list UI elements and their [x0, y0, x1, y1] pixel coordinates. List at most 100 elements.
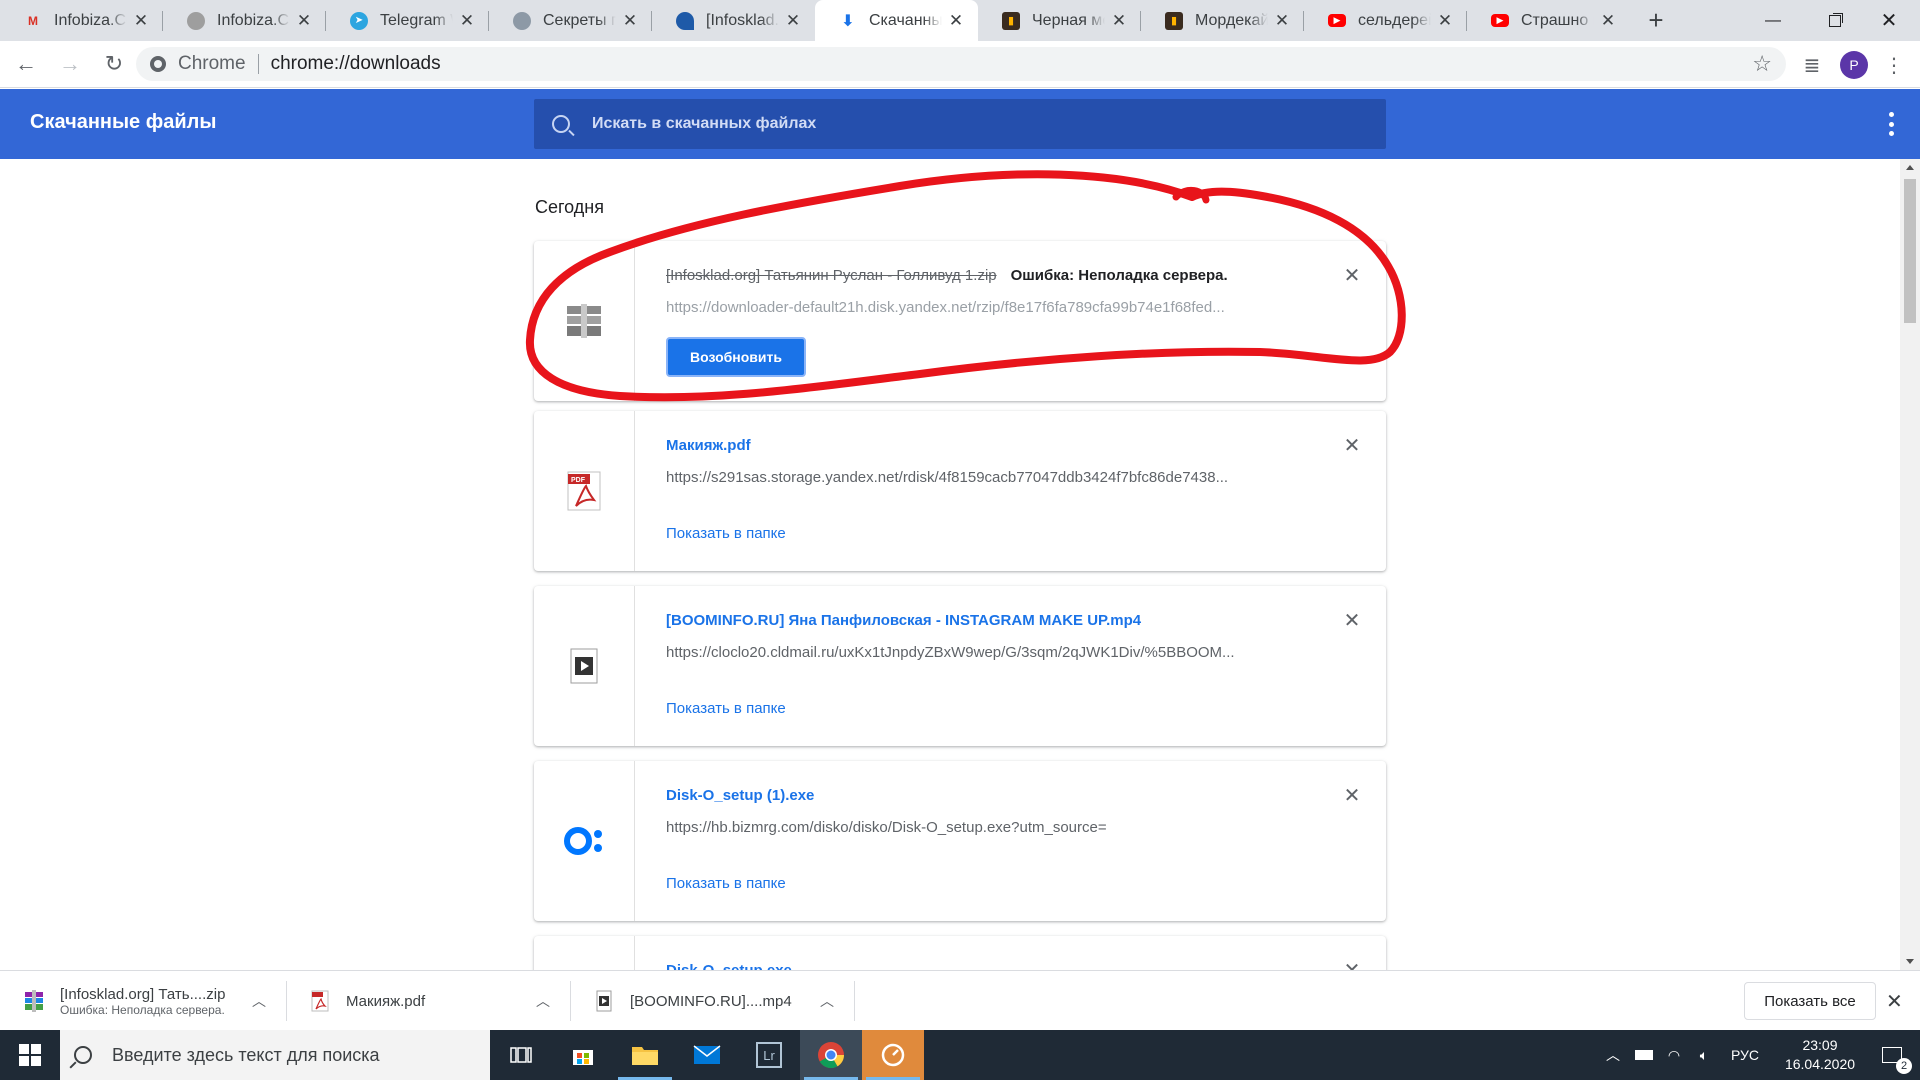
- new-tab-button[interactable]: +: [1636, 0, 1676, 41]
- downloads-search-input[interactable]: Искать в скачанных файлах: [534, 99, 1386, 149]
- chrome-app-button[interactable]: [800, 1030, 862, 1080]
- minimize-icon: —: [1765, 11, 1781, 29]
- file-url[interactable]: https://cloclo20.cldmail.ru/uxKx1tJnpdyZ…: [666, 644, 1286, 661]
- lightroom-app-button[interactable]: Lr: [738, 1030, 800, 1080]
- task-view-button[interactable]: [490, 1030, 552, 1080]
- browser-tab[interactable]: ▮ Мордекай ✕: [1141, 0, 1304, 41]
- network-indicator[interactable]: ◠: [1660, 1030, 1688, 1080]
- media-control-button[interactable]: ≣: [1794, 47, 1830, 83]
- resume-button[interactable]: Возобновить: [666, 337, 806, 377]
- tab-close-icon[interactable]: ✕: [1109, 11, 1129, 31]
- bookmark-star-icon[interactable]: ☆: [1752, 51, 1772, 77]
- tab-close-icon[interactable]: ✕: [1435, 11, 1455, 31]
- remove-item-button[interactable]: ✕: [1340, 263, 1364, 287]
- file-url[interactable]: https://downloader-default21h.disk.yande…: [666, 299, 1286, 316]
- file-name[interactable]: Макияж.pdf: [666, 437, 751, 454]
- volume-indicator[interactable]: 🔈︎: [1690, 1030, 1718, 1080]
- file-url[interactable]: https://hb.bizmrg.com/disko/disko/Disk-O…: [666, 819, 1286, 836]
- chrome-menu-button[interactable]: ⋮: [1876, 47, 1912, 83]
- more-vert-icon: ⋮: [1884, 54, 1904, 77]
- chevron-up-icon: ︿: [1606, 1047, 1620, 1063]
- shelf-item[interactable]: [Infosklad.org] Тать....zip Ошибка: Непо…: [0, 979, 282, 1023]
- scroll-up-icon[interactable]: [1906, 165, 1914, 170]
- file-url[interactable]: https://s291sas.storage.yandex.net/rdisk…: [666, 469, 1286, 486]
- show-hidden-icons-button[interactable]: ︿: [1600, 1030, 1626, 1080]
- address-bar[interactable]: Chrome chrome://downloads ☆: [136, 47, 1786, 81]
- show-all-button[interactable]: Показать все: [1744, 982, 1876, 1020]
- restore-icon: [1829, 14, 1841, 27]
- chevron-up-icon[interactable]: ︿: [820, 991, 834, 1011]
- browser-tab[interactable]: ➤ Telegram Web ✕: [326, 0, 489, 41]
- close-shelf-icon[interactable]: ✕: [1886, 989, 1903, 1014]
- omnibox-url: chrome://downloads: [270, 53, 441, 74]
- input-language-indicator[interactable]: РУС: [1722, 1030, 1768, 1080]
- store-app-button[interactable]: [552, 1030, 614, 1080]
- speaker-icon: 🔈︎: [1699, 1046, 1709, 1063]
- system-clock[interactable]: 23:09 16.04.2020: [1772, 1036, 1868, 1074]
- shelf-item[interactable]: [BOOMINFO.RU]....mp4 ︿: [570, 979, 854, 1023]
- close-window-button[interactable]: ✕: [1858, 0, 1920, 41]
- tab-close-icon[interactable]: ✕: [1272, 11, 1292, 31]
- show-in-folder-link[interactable]: Показать в папке: [666, 525, 786, 542]
- forward-button[interactable]: →: [52, 46, 88, 82]
- tab-close-icon[interactable]: ✕: [783, 11, 803, 31]
- back-button[interactable]: ←: [8, 46, 44, 82]
- file-name[interactable]: [BOOMINFO.RU] Яна Панфиловская - INSTAGR…: [666, 612, 1141, 629]
- browser-tab-active[interactable]: ⬇ Скачанные файлы ✕: [815, 0, 978, 41]
- taskbar-search-input[interactable]: Введите здесь текст для поиска: [60, 1030, 490, 1080]
- profile-button[interactable]: P: [1836, 47, 1872, 83]
- browser-tab[interactable]: ▶ сельдерей для ✕: [1304, 0, 1467, 41]
- tab-close-icon[interactable]: ✕: [131, 11, 151, 31]
- shelf-file-name: [BOOMINFO.RU]....mp4: [630, 992, 792, 1010]
- more-actions-button[interactable]: [1888, 112, 1894, 136]
- restore-button[interactable]: [1804, 0, 1866, 41]
- show-in-folder-link[interactable]: Показать в папке: [666, 875, 786, 892]
- avatar: P: [1840, 51, 1868, 79]
- browser-tab[interactable]: [Infosklad.org] ✕: [652, 0, 815, 41]
- chevron-up-icon[interactable]: ︿: [536, 991, 550, 1011]
- file-name[interactable]: Disk-O_setup.exe: [666, 962, 792, 970]
- browser-tab[interactable]: ▶ Страшно подумать ✕: [1467, 0, 1630, 41]
- minimize-button[interactable]: —: [1742, 0, 1804, 41]
- action-center-button[interactable]: 2: [1864, 1030, 1920, 1080]
- reload-button[interactable]: ↻: [96, 46, 132, 82]
- file-name[interactable]: Disk-O_setup (1).exe: [666, 787, 814, 804]
- gmail-icon: M: [28, 13, 38, 28]
- lightroom-icon: Lr: [756, 1042, 782, 1068]
- chevron-up-icon[interactable]: ︿: [252, 991, 266, 1011]
- tab-title: Страшно подумать: [1521, 11, 1594, 29]
- close-icon: ✕: [1880, 10, 1898, 32]
- clock-app-button[interactable]: [862, 1030, 924, 1080]
- remove-item-button[interactable]: ✕: [1340, 783, 1364, 807]
- page-scrollbar[interactable]: [1900, 159, 1920, 970]
- browser-tab[interactable]: M Infobiza.Com ✕: [0, 0, 163, 41]
- clock-app-icon: [881, 1043, 905, 1067]
- chrome-icon: [818, 1042, 845, 1069]
- remove-item-button[interactable]: ✕: [1340, 958, 1364, 971]
- battery-indicator[interactable]: [1630, 1030, 1658, 1080]
- tab-close-icon[interactable]: ✕: [457, 11, 477, 31]
- show-in-folder-link[interactable]: Показать в папке: [666, 700, 786, 717]
- scrollbar-thumb[interactable]: [1904, 179, 1916, 323]
- tab-title: Telegram Web: [380, 11, 453, 29]
- tab-close-icon[interactable]: ✕: [294, 11, 314, 31]
- file-explorer-app-button[interactable]: [614, 1030, 676, 1080]
- disk-o-icon: [564, 827, 602, 855]
- infosklad-icon: [676, 11, 694, 30]
- remove-item-button[interactable]: ✕: [1340, 608, 1364, 632]
- remove-item-button[interactable]: ✕: [1340, 433, 1364, 457]
- telegram-icon: ➤: [350, 11, 368, 30]
- shelf-item[interactable]: Макияж.pdf ︿: [286, 979, 570, 1023]
- tab-close-icon[interactable]: ✕: [1598, 11, 1618, 31]
- tab-close-icon[interactable]: ✕: [946, 11, 966, 31]
- arrow-right-icon: →: [59, 51, 81, 76]
- browser-tab[interactable]: ▮ Черная месса ✕: [978, 0, 1141, 41]
- browser-tab[interactable]: Infobiza.Com ✕: [163, 0, 326, 41]
- mail-app-button[interactable]: [676, 1030, 738, 1080]
- tab-close-icon[interactable]: ✕: [620, 11, 640, 31]
- browser-tab[interactable]: Секреты парикмахера ✕: [489, 0, 652, 41]
- svg-text:PDF: PDF: [571, 477, 586, 484]
- scroll-down-icon[interactable]: [1906, 959, 1914, 964]
- close-icon: ✕: [1343, 434, 1361, 457]
- start-button[interactable]: [0, 1030, 60, 1080]
